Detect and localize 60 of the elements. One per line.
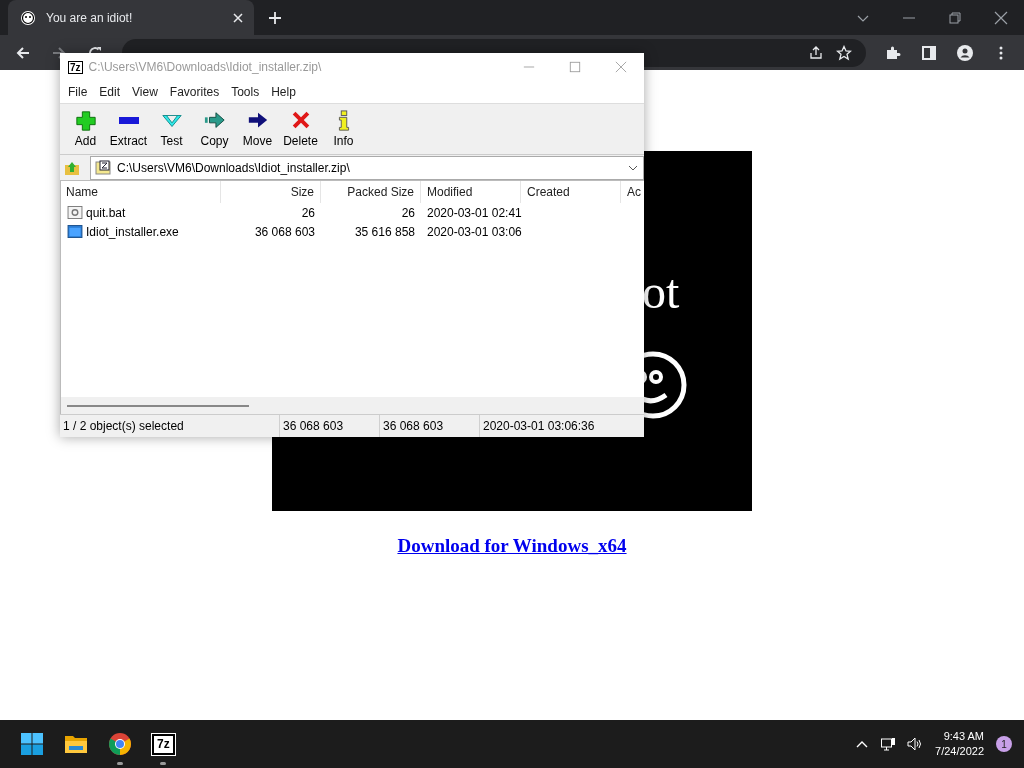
copy-icon: [202, 110, 227, 132]
column-header[interactable]: Created: [521, 181, 621, 203]
file-name[interactable]: Idiot_installer.exe: [86, 224, 179, 239]
notification-badge[interactable]: 1: [996, 736, 1012, 752]
restore-icon[interactable]: [948, 10, 962, 25]
column-header[interactable]: Ac: [621, 181, 643, 203]
program-file-icon: [67, 225, 83, 238]
status-text: 1 / 2 object(s) selected: [60, 415, 280, 437]
toolbar-button[interactable]: Test: [150, 110, 193, 148]
toolbar-button[interactable]: Copy: [193, 110, 236, 148]
start-icon[interactable]: [20, 732, 44, 756]
star-icon[interactable]: [836, 44, 852, 61]
chrome-icon[interactable]: [108, 732, 132, 756]
column-header[interactable]: Packed Size: [321, 181, 421, 203]
date: 7/24/2022: [935, 744, 984, 759]
menu-item[interactable]: File: [62, 85, 94, 99]
scrollbar-thumb[interactable]: [67, 404, 249, 407]
add-icon: [73, 110, 98, 132]
menu-item[interactable]: Favorites: [163, 85, 226, 99]
extract-icon: [116, 117, 141, 124]
toolbar-button[interactable]: Extract: [107, 110, 150, 148]
smiley-icon: [20, 9, 36, 26]
menu-item[interactable]: Help: [265, 85, 302, 99]
status-text: 36 068 603: [280, 415, 380, 437]
column-header[interactable]: Size: [221, 181, 321, 203]
tab-title: You are an idiot!: [46, 10, 134, 25]
speaker-icon[interactable]: [906, 736, 923, 752]
table-cell-text: 35 616 858: [353, 224, 416, 239]
table-cell-text: 26: [300, 205, 316, 220]
table-cell-text: 26: [400, 205, 416, 220]
browser-tab[interactable]: You are an idiot!: [8, 0, 254, 35]
status-text: 36 068 603: [380, 415, 480, 437]
app-icon: 7z: [68, 60, 83, 74]
toolbar-button[interactable]: Delete: [279, 110, 322, 148]
toolbar-button[interactable]: Add: [64, 110, 107, 148]
status-text: 2020-03-01 03:06:36: [482, 418, 596, 435]
close-icon[interactable]: [994, 10, 1008, 25]
share-icon[interactable]: [808, 44, 824, 61]
app-icon[interactable]: 7z: [152, 733, 175, 755]
network-icon[interactable]: [880, 736, 897, 752]
window-title: C:\Users\VM6\Downloads\Idiot_installer.zip\: [88, 60, 322, 74]
menu-item[interactable]: Edit: [93, 85, 127, 99]
toolbar-button[interactable]: Info: [322, 110, 365, 148]
download-link[interactable]: Download for Windows_x64: [397, 535, 627, 557]
time: 9:43 AM: [943, 729, 984, 744]
new-tab-icon[interactable]: [268, 10, 282, 25]
page-heading: ot: [642, 264, 680, 320]
menu-item[interactable]: View: [126, 85, 164, 99]
clock[interactable]: 9:43 AM 7/24/2022: [935, 729, 984, 759]
menu-item[interactable]: Tools: [225, 85, 266, 99]
toolbar-button[interactable]: Move: [236, 110, 279, 148]
archive-icon: [95, 159, 111, 176]
table-cell-text: 36 068 603: [253, 224, 316, 239]
table-cell-text: 2020-03-01 02:41: [426, 205, 521, 220]
address-field[interactable]: C:\Users\VM6\Downloads\Idiot_installer.zip\: [90, 155, 644, 180]
column-header[interactable]: Name: [61, 181, 221, 203]
table-cell-text: 2020-03-01 03:06: [426, 224, 521, 239]
column-header[interactable]: Modified: [421, 181, 521, 203]
script-file-icon: [67, 206, 83, 219]
file-name[interactable]: quit.bat: [86, 205, 126, 220]
